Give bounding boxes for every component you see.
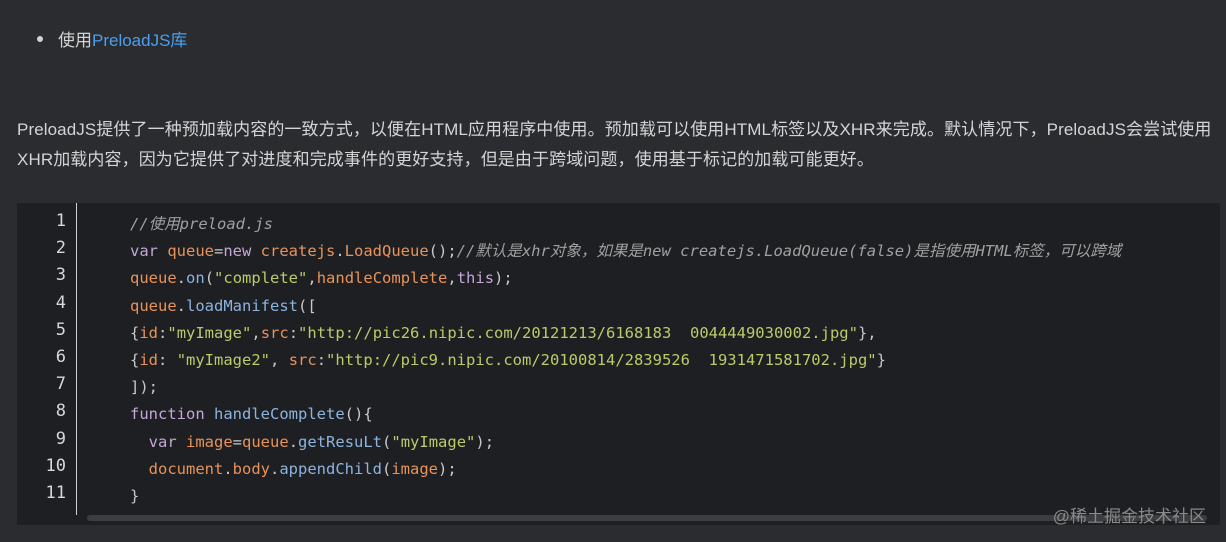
- code-identifier: body: [232, 459, 270, 478]
- code-identifier: image: [186, 432, 233, 451]
- code-punctuation: .: [288, 432, 299, 451]
- bullet-dot: [37, 35, 43, 42]
- code-method: loadManifest: [186, 296, 298, 315]
- code-line: //使用preload.js: [130, 211, 273, 238]
- code-line: var image=queue.getResuLt("myImage");: [130, 429, 494, 456]
- code-punctuation: (: [204, 269, 215, 288]
- code-punctuation: {: [130, 351, 140, 369]
- code-punctuation: (: [382, 432, 392, 451]
- line-number-gutter: 1 2 3 4 5 6 7 8 9 10 11: [17, 203, 77, 515]
- code-punctuation: ]);: [130, 378, 158, 397]
- code-identifier: queue: [242, 432, 289, 451]
- code-comment: //使用preload.js: [130, 215, 273, 233]
- preloadjs-link[interactable]: PreloadJS库: [92, 26, 187, 51]
- bullet-item: 使用 PreloadJS库: [37, 26, 187, 51]
- code-string: "myImage": [391, 432, 476, 451]
- code-keyword: var: [148, 432, 186, 451]
- code-method: handleComplete: [214, 405, 345, 424]
- code-line: ]);: [130, 374, 158, 401]
- code-identifier: queue: [130, 296, 177, 315]
- code-punctuation: .: [223, 459, 233, 478]
- code-line: document.body.appendChild(image);: [130, 456, 457, 483]
- code-line: function handleComplete(){: [130, 401, 373, 428]
- code-punctuation: :: [316, 351, 327, 369]
- code-punctuation: :: [158, 323, 168, 342]
- code-block: 1 2 3 4 5 6 7 8 9 10 11 //使用preload.js var queue=ne…: [17, 203, 1220, 525]
- code-identifier: id: [139, 323, 159, 342]
- code-line: {id: "myImage2", src:"http://pic9.nipic.…: [130, 347, 886, 374]
- code-punctuation: (){: [344, 405, 373, 424]
- code-method: on: [186, 269, 205, 288]
- code-string: "http://pic9.nipic.com/20100814/2839526 …: [326, 351, 877, 369]
- code-identifier: createjs: [260, 242, 336, 261]
- code-string: "complete": [214, 269, 308, 288]
- code-punctuation: :: [288, 323, 299, 342]
- code-string: "myImage2": [176, 351, 271, 369]
- code-identifier: src: [260, 323, 289, 342]
- code-identifier: id: [139, 351, 159, 369]
- line-number: 3: [55, 265, 66, 286]
- code-line: queue.loadManifest([: [130, 293, 317, 320]
- code-identifier: handleComplete: [316, 269, 448, 288]
- code-punctuation: );: [494, 269, 513, 288]
- code-identifier: src: [288, 351, 317, 369]
- code-punctuation: ,: [307, 269, 317, 288]
- horizontal-scrollbar[interactable]: [87, 515, 1207, 521]
- code-punctuation: (: [382, 459, 392, 478]
- code-identifier: image: [391, 459, 439, 478]
- code-punctuation: },: [857, 323, 877, 342]
- code-line: }: [130, 483, 139, 510]
- code-identifier: queue: [167, 242, 214, 261]
- code-punctuation: [130, 433, 149, 451]
- line-number: 2: [55, 238, 66, 259]
- code-punctuation: );: [475, 432, 495, 451]
- watermark: @稀土掘金技术社区: [1052, 507, 1206, 526]
- line-number: 8: [55, 401, 66, 422]
- code-punctuation: ();: [428, 242, 457, 261]
- code-punctuation: ,: [447, 269, 457, 288]
- code-punctuation: .: [176, 269, 187, 288]
- line-number: 1: [55, 211, 66, 231]
- code-punctuation: .: [176, 296, 187, 315]
- code-line: {id:"myImage",src:"http://pic26.nipic.co…: [130, 320, 877, 347]
- code-punctuation: {: [130, 323, 140, 342]
- code-identifier: queue: [130, 269, 177, 288]
- line-number: 11: [45, 483, 66, 503]
- code-line: queue.on("complete",handleComplete,this)…: [130, 265, 513, 292]
- code-punctuation: }: [130, 487, 140, 505]
- line-number: 4: [55, 292, 66, 313]
- code-method: appendChild: [279, 459, 382, 478]
- code-keyword: function: [130, 405, 214, 424]
- code-punctuation: [130, 460, 149, 478]
- code-identifier: document: [148, 459, 224, 478]
- line-number: 5: [55, 319, 66, 340]
- code-keyword: this: [456, 269, 495, 288]
- code-punctuation: ([: [298, 296, 317, 315]
- line-number: 9: [55, 428, 66, 449]
- code-punctuation: .: [335, 242, 345, 261]
- code-punctuation: =: [232, 432, 243, 451]
- code-punctuation: );: [438, 459, 457, 478]
- code-punctuation: }: [876, 351, 886, 369]
- code-string: "myImage": [167, 323, 252, 342]
- line-number: 10: [45, 455, 66, 476]
- code-keyword: new: [223, 242, 261, 261]
- code-string: "http://pic26.nipic.com/20121213/6168183…: [298, 323, 858, 342]
- code-punctuation: ,: [270, 351, 289, 369]
- line-number: 7: [55, 374, 66, 395]
- line-number: 6: [55, 347, 66, 367]
- code-punctuation: :: [158, 351, 177, 369]
- code-method: getResuLt: [298, 432, 383, 451]
- code-comment: //默认是xhr对象，如果是new createjs.LoadQueue(fal…: [456, 242, 1122, 261]
- code-punctuation: ,: [251, 323, 261, 342]
- code-identifier: LoadQueue: [344, 242, 429, 261]
- description-paragraph: PreloadJS提供了一种预加载内容的一致方式，以便在HTML应用程序中使用。…: [17, 120, 1212, 169]
- code-keyword: var: [130, 242, 168, 261]
- code-punctuation: .: [270, 459, 280, 478]
- code-punctuation: =: [214, 242, 224, 261]
- bullet-prefix: 使用: [58, 31, 92, 50]
- code-line: var queue=new createjs.LoadQueue();//默认是…: [130, 238, 1121, 265]
